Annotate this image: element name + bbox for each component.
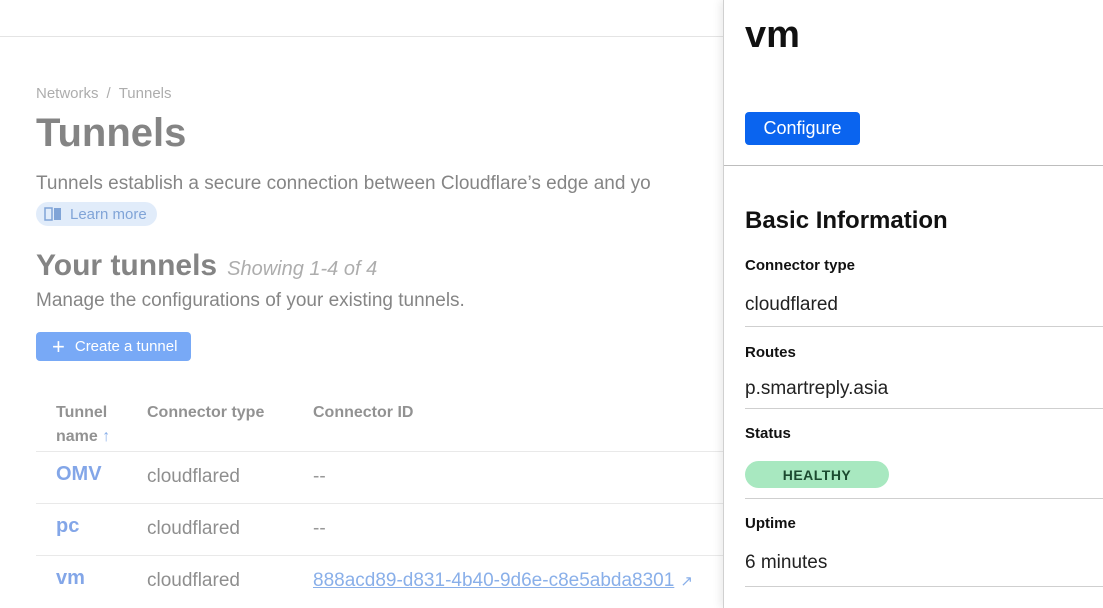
column-header-connector-type: Connector type — [147, 404, 265, 421]
basic-information-heading: Basic Information — [745, 207, 948, 234]
field-divider — [745, 408, 1103, 409]
routes-value: p.smartreply.asia — [745, 378, 889, 399]
learn-more-label: Learn more — [70, 205, 147, 223]
column-header-connector-id: Connector ID — [313, 404, 414, 421]
panel-title: vm — [745, 14, 800, 56]
tunnel-name-link[interactable]: pc — [56, 515, 79, 538]
your-tunnels-heading: Your tunnels Showing 1-4 of 4 — [36, 249, 377, 283]
tunnels-description: Manage the configurations of your existi… — [36, 290, 465, 311]
header-name-line2: name — [56, 428, 98, 445]
your-tunnels-title: Your tunnels — [36, 249, 218, 282]
table-row[interactable]: vm cloudflared 888acd89-d831-4b40-9d6e-c… — [36, 555, 726, 608]
connector-type-cell: cloudflared — [147, 466, 240, 487]
table-row[interactable]: pc cloudflared -- — [36, 503, 726, 556]
connector-type-value: cloudflared — [745, 294, 838, 315]
page-description: Tunnels establish a secure connection be… — [36, 173, 651, 194]
status-badge: HEALTHY — [745, 461, 889, 488]
uptime-value: 6 minutes — [745, 552, 828, 573]
table-row[interactable]: OMV cloudflared -- — [36, 451, 726, 504]
tunnel-name-link[interactable]: OMV — [56, 463, 102, 486]
book-icon — [44, 207, 61, 221]
breadcrumb-tunnels: Tunnels — [118, 85, 172, 102]
plus-icon: + — [52, 333, 65, 359]
tunnel-detail-panel: vm Configure Basic Information Connector… — [723, 0, 1103, 608]
connector-id-cell: -- — [313, 518, 326, 539]
connector-id-cell: -- — [313, 466, 326, 487]
connector-type-cell: cloudflared — [147, 518, 240, 539]
breadcrumb-separator: / — [106, 85, 111, 102]
external-link-icon: ↗ — [680, 573, 693, 590]
learn-more-link[interactable]: Learn more — [36, 202, 157, 226]
field-divider — [745, 498, 1103, 499]
column-header-tunnel-name[interactable]: Tunnel name ↑ — [56, 401, 110, 449]
sort-ascending-icon: ↑ — [102, 428, 111, 445]
tunnel-name-link[interactable]: vm — [56, 567, 85, 590]
field-divider — [745, 326, 1103, 327]
configure-button[interactable]: Configure — [745, 112, 860, 145]
field-divider — [745, 586, 1103, 587]
uptime-label: Uptime — [745, 515, 796, 532]
connector-type-cell: cloudflared — [147, 570, 240, 591]
connector-type-label: Connector type — [745, 257, 856, 274]
create-tunnel-button[interactable]: + Create a tunnel — [36, 332, 192, 361]
status-label: Status — [745, 425, 791, 442]
routes-label: Routes — [745, 344, 796, 361]
panel-divider — [724, 165, 1103, 166]
page-title: Tunnels — [36, 111, 187, 155]
header-name-line1: Tunnel — [56, 404, 108, 421]
breadcrumb-networks[interactable]: Networks — [36, 85, 99, 102]
create-tunnel-label: Create a tunnel — [74, 338, 178, 355]
connector-id-link[interactable]: 888acd89-d831-4b40-9d6e-c8e5abda8301 ↗ — [313, 570, 693, 592]
connector-id-text: 888acd89-d831-4b40-9d6e-c8e5abda8301 — [313, 570, 675, 591]
breadcrumb: Networks / Tunnels — [36, 85, 172, 102]
showing-count: Showing 1-4 of 4 — [227, 258, 378, 280]
